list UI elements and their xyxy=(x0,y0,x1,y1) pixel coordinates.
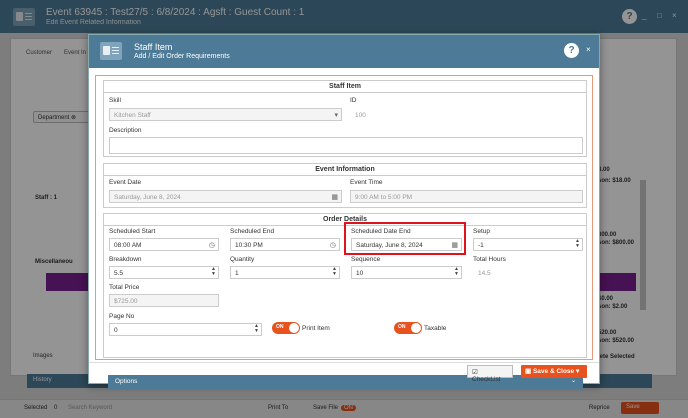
section-title: Staff Item xyxy=(104,83,586,93)
scheduled-end-value: 10:30 PM xyxy=(235,242,263,249)
stepper-arrows-icon[interactable]: ▲ ▼ xyxy=(332,267,337,277)
toggle-knob xyxy=(411,323,421,333)
quantity-value: 1 xyxy=(235,270,239,277)
clock-icon[interactable]: ◷ xyxy=(209,241,215,249)
stepper-arrows-icon[interactable]: ▲ ▼ xyxy=(454,267,459,277)
breakdown-value: 5.5 xyxy=(114,270,124,277)
clock-icon[interactable]: ◷ xyxy=(330,241,336,249)
print-item-toggle[interactable]: ON xyxy=(272,322,300,334)
sequence-value: 10 xyxy=(356,270,364,277)
total-hours-field: 14.5 xyxy=(473,266,583,279)
save-icon: ▣ xyxy=(525,368,532,375)
staff-icon xyxy=(100,42,122,60)
scheduled-end-label: Scheduled End xyxy=(230,228,275,235)
modal-subtitle: Add / Edit Order Requirements xyxy=(134,53,230,60)
page-no-value: 0 xyxy=(114,327,118,334)
taxable-label: Taxable xyxy=(424,325,447,332)
skill-value: Kitchen Staff xyxy=(114,112,151,119)
id-label: ID xyxy=(350,97,357,104)
scheduled-start-value: 08:00 AM xyxy=(114,242,142,249)
event-info-section: Event Information Event Date Saturday, J… xyxy=(103,163,587,208)
stepper-arrows-icon[interactable]: ▲ ▼ xyxy=(575,239,580,249)
chevron-down-icon[interactable]: ▾ xyxy=(576,368,579,375)
modal-body: Staff Item Skill Kitchen Staff ▾ ID 100 D… xyxy=(95,75,593,389)
scheduled-end-field[interactable]: 10:30 PM ◷ xyxy=(230,238,340,251)
save-close-button[interactable]: ▣ Save & Close ▾ xyxy=(521,365,587,378)
stepper-arrows-icon[interactable]: ▲ ▼ xyxy=(254,324,259,334)
page-no-stepper[interactable]: 0 ▲ ▼ xyxy=(109,323,262,336)
chevron-down-icon: ▾ xyxy=(334,112,338,119)
print-item-label: Print Item xyxy=(302,325,330,332)
description-label: Description xyxy=(109,127,142,134)
event-time-label: Event Time xyxy=(350,179,383,186)
quantity-stepper[interactable]: 1 ▲ ▼ xyxy=(230,266,340,279)
toggle-knob xyxy=(289,323,299,333)
modal-header: Staff Item Add / Edit Order Requirements… xyxy=(89,35,599,68)
stepper-arrows-icon[interactable]: ▲ ▼ xyxy=(211,267,216,277)
staff-item-modal: Staff Item Add / Edit Order Requirements… xyxy=(88,34,600,389)
skill-select[interactable]: Kitchen Staff ▾ xyxy=(109,108,342,121)
taxable-toggle[interactable]: ON xyxy=(394,322,422,334)
modal-title: Staff Item xyxy=(134,42,173,52)
checklist-icon: ☑ xyxy=(472,369,478,376)
id-field: 100 xyxy=(350,108,420,121)
save-close-label: Save & Close xyxy=(532,368,575,375)
sequence-label: Sequence xyxy=(351,256,381,263)
total-price-label: Total Price xyxy=(109,284,140,291)
scheduled-start-field[interactable]: 08:00 AM ◷ xyxy=(109,238,219,251)
help-icon[interactable]: ? xyxy=(564,43,579,58)
skill-label: Skill xyxy=(109,97,121,104)
event-date-value: Saturday, June 8, 2024 xyxy=(114,194,181,201)
setup-value: -1 xyxy=(478,242,484,249)
setup-label: Setup xyxy=(473,228,490,235)
description-field[interactable] xyxy=(109,137,583,154)
breakdown-stepper[interactable]: 5.5 ▲ ▼ xyxy=(109,266,219,279)
toggle-state: ON xyxy=(276,324,284,330)
breakdown-label: Breakdown xyxy=(109,256,142,263)
staff-item-section: Staff Item Skill Kitchen Staff ▾ ID 100 D… xyxy=(103,80,587,157)
setup-stepper[interactable]: -1 ▲ ▼ xyxy=(473,238,583,251)
sequence-stepper[interactable]: 10 ▲ ▼ xyxy=(351,266,462,279)
page-no-label: Page No xyxy=(109,313,135,320)
total-price-field: $725.00 xyxy=(109,294,219,307)
event-time-field: 9:00 AM to 5:00 PM xyxy=(350,190,583,203)
calendar-icon: ▦ xyxy=(331,194,338,201)
highlight-box xyxy=(344,222,466,255)
toggle-state: ON xyxy=(398,324,406,330)
total-hours-label: Total Hours xyxy=(473,256,506,263)
event-date-field: Saturday, June 8, 2024 ▦ xyxy=(109,190,342,203)
section-title: Event Information xyxy=(104,166,586,176)
checklist-label: CheckList xyxy=(472,376,501,383)
event-date-label: Event Date xyxy=(109,179,142,186)
scheduled-start-label: Scheduled Start xyxy=(109,228,156,235)
checklist-button[interactable]: ☑ CheckList xyxy=(467,365,513,383)
quantity-label: Quantity xyxy=(230,256,255,263)
close-icon[interactable]: × xyxy=(586,45,591,54)
